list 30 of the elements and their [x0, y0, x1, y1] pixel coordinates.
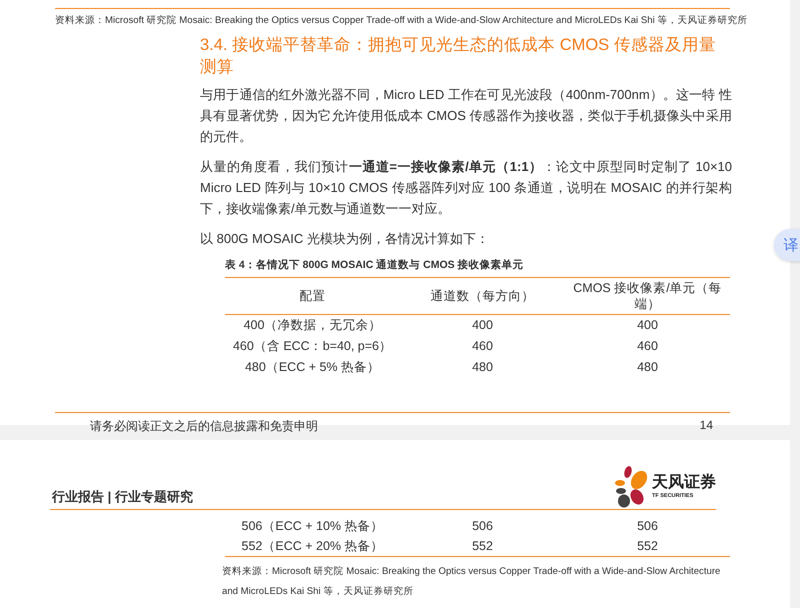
table-cell-text: 480（ECC + 5% 热备） [244, 359, 382, 376]
column-header: CMOS 接收像素/单元（每端） [572, 280, 723, 313]
body-paragraph: 从量的角度看，我们预计一通道=一接收像素/单元（1:1）：论文中原型同时定制了 10×10 Micro LED 阵列与 10×10 CMOS 传感器阵列对应 100 条通道，说明在 MOSAIC 的并行架构下，接收端像素/单元数与通道数一一对应。 [200, 158, 732, 218]
table-cell-text: 552 [471, 538, 494, 555]
source-note: 资料来源：Microsoft 研究院 Mosaic: Breaking the Optics versus Copper Trade-off with a Wide-and-Slow Architecture and MicroLEDs Kai Shi 等，天风证券研究所 [222, 565, 722, 599]
table-cell-text: 400 [471, 317, 494, 334]
table-cell-text: 506 [636, 518, 659, 535]
section-heading: 3.4. 接收端平替革命：拥抱可见光生态的低成本 CMOS 传感器及用量测算 [200, 35, 717, 78]
table-cell-text: 506 [471, 518, 494, 535]
table-cell-text: 552 [636, 538, 659, 555]
table-cell-text: 460 [471, 338, 494, 355]
source-note: 资料来源：Microsoft 研究院 Mosaic: Breaking the Optics versus Copper Trade-off with a Wide-and-Slow Architecture and MicroLEDs Kai Shi 等，天风证券研究所 [55, 14, 748, 27]
table-cell-text: 480 [471, 359, 494, 376]
table-cell-text: 460（含 ECC：b=40, p=6） [232, 338, 394, 355]
table-cell-text: 480 [636, 359, 659, 376]
body-paragraph: 以 800G MOSAIC 光模块为例，各情况计算如下： [200, 230, 490, 248]
table-cell-text: 400（净数据，无冗余） [242, 317, 382, 334]
page-number: 14 [700, 418, 713, 434]
table-cell-text: 460 [636, 338, 659, 355]
disclaimer-text: 请务必阅读正文之后的信息披露和免责申明 [90, 418, 318, 435]
logo-text: 天风证券 [652, 474, 716, 491]
table-caption: 表 4：各情况下 800G MOSAIC 通道数与 CMOS 接收像素单元 [225, 258, 525, 272]
body-paragraph: 与用于通信的红外激光器不同，Micro LED 工作在可见光波段（400nm-700nm）。这一特 性具有显著优势，因为它允许使用低成本 CMOS 传感器作为接收器，类似于手机摄像头中采用的元件。 [200, 86, 732, 146]
column-header: 配置 [298, 288, 326, 305]
column-header: 通道数（每方向） [430, 288, 536, 305]
table-cell-text: 400 [636, 317, 659, 334]
table-cell-text: 552（ECC + 20% 热备） [240, 538, 384, 555]
table-cell-text: 506（ECC + 10% 热备） [240, 518, 384, 535]
petal-logo-icon [615, 466, 649, 508]
report-header-title: 行业报告 | 行业专题研究 [52, 488, 193, 506]
